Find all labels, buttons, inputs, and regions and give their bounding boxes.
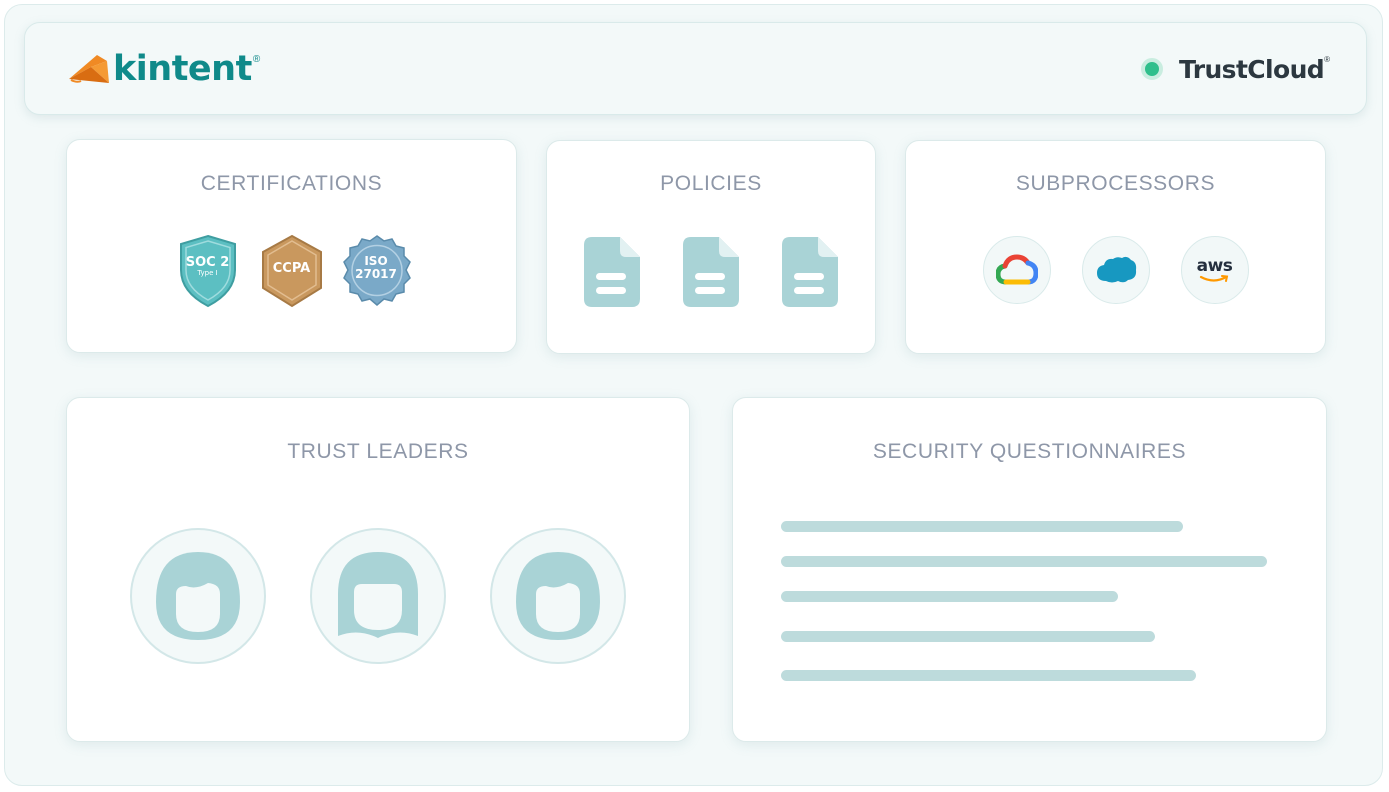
certifications-card[interactable]: CERTIFICATIONS SOC 2 Type I CCPA ISO 270… (66, 139, 517, 353)
questionnaire-line (781, 521, 1183, 532)
salesforce-icon (1096, 256, 1136, 283)
aws-smile-icon (1200, 274, 1229, 282)
aws-icon: aws (1196, 255, 1233, 276)
badge-line1: ISO (364, 254, 388, 268)
aws-vendor[interactable]: aws (1180, 236, 1249, 304)
person-icon (516, 552, 600, 640)
card-title: TRUST LEADERS (287, 440, 469, 463)
google-cloud-icon (995, 254, 1038, 285)
questionnaire-line (781, 591, 1118, 602)
card-title: POLICIES (660, 172, 762, 195)
document-icon[interactable] (782, 237, 838, 307)
kintent-kite-icon (69, 55, 109, 83)
trust-leaders-card[interactable]: TRUST LEADERS (66, 397, 690, 742)
card-title: SUBPROCESSORS (1015, 172, 1216, 195)
badge-line2: Type I (197, 268, 218, 277)
document-icon[interactable] (584, 237, 640, 307)
trust-leader-avatar[interactable] (130, 528, 266, 664)
kintent-logo[interactable]: kintent ® (67, 47, 260, 91)
security-questionnaires-card[interactable]: SECURITY QUESTIONNAIRES (732, 397, 1327, 742)
document-icon[interactable] (683, 237, 739, 307)
questionnaire-line (781, 631, 1155, 642)
salesforce-vendor[interactable] (1081, 236, 1150, 304)
status-indicator (1141, 58, 1164, 80)
brand-name: kintent (113, 49, 252, 89)
questionnaire-line (781, 670, 1196, 681)
badge-line1: SOC 2 (185, 255, 230, 270)
ccpa-badge-icon[interactable]: CCPA (257, 234, 327, 308)
policies-card[interactable]: POLICIES (546, 140, 876, 354)
trustcloud-brand[interactable]: TrustCloud ® (1141, 51, 1330, 87)
iso-badge-icon[interactable]: ISO 27017 (341, 234, 411, 308)
card-title: SECURITY QUESTIONNAIRES (872, 440, 1187, 463)
product-name: TrustCloud (1179, 54, 1325, 84)
header-bar: kintent ® TrustCloud ® (24, 22, 1367, 115)
questionnaire-line (781, 556, 1267, 567)
product-registered-mark: ® (1324, 54, 1330, 64)
person-icon (156, 552, 240, 640)
trust-leader-avatar[interactable] (310, 528, 446, 664)
trust-leader-avatar[interactable] (490, 528, 626, 664)
badge-line2: 27017 (355, 266, 397, 281)
person-icon (338, 552, 418, 638)
badge-line1: CCPA (272, 261, 311, 276)
card-title: CERTIFICATIONS (200, 172, 383, 195)
soc2-badge-icon[interactable]: SOC 2 Type I (173, 234, 243, 308)
subprocessors-card[interactable]: SUBPROCESSORS aws (905, 140, 1326, 354)
google-cloud-vendor[interactable] (982, 236, 1051, 304)
brand-registered-mark: ® (252, 53, 261, 65)
